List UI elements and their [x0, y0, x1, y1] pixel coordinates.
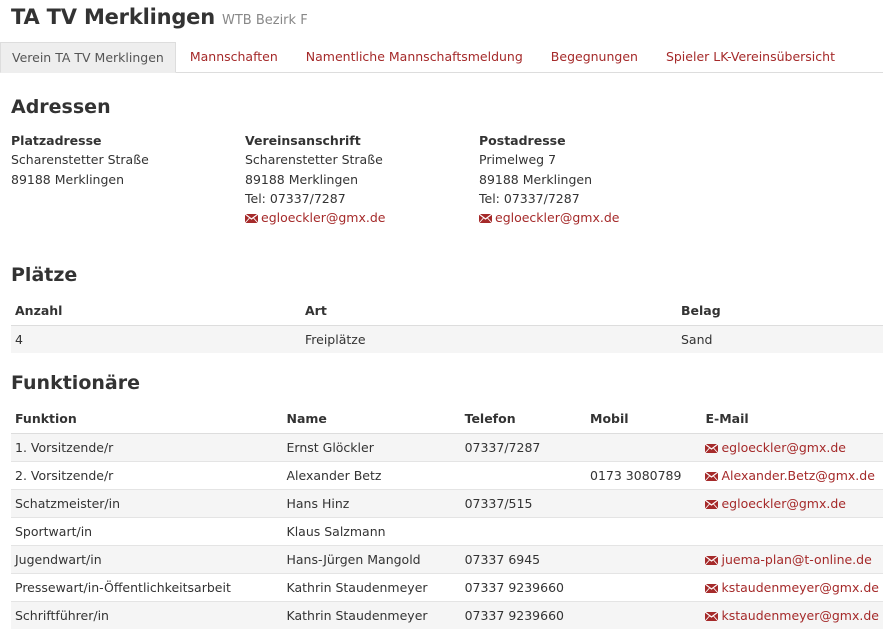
tab-mannschaftsmeldung[interactable]: Namentliche Mannschaftsmeldung: [292, 42, 537, 73]
mobil-cell: [586, 544, 702, 573]
mobil-cell: [586, 488, 702, 517]
column-header: Name: [282, 405, 461, 434]
platz-city: 89188 Merklingen: [11, 171, 125, 187]
email-cell: egloeckler@gmx.de: [701, 488, 883, 517]
table-row: Sportwart/in Klaus Salzmann: [11, 516, 883, 545]
table-row: Jugendwart/in Hans-Jürgen Mangold 07337 69…: [11, 544, 883, 573]
tab-lk-uebersicht[interactable]: Spieler LK-Vereinsübersicht: [652, 42, 849, 73]
funktion-cell: 2. Vorsitzende/r: [11, 460, 283, 489]
post-street: Primelweg 7: [479, 152, 557, 168]
plaetze-table: Anzahl Art Belag 4 Freiplätze Sand: [11, 297, 883, 353]
envelope-icon: [705, 611, 719, 621]
envelope-icon: [705, 499, 719, 509]
table-row: Pressewart/in-Öffentlichkeitsarbeit Kathr…: [11, 572, 883, 601]
post-city: 89188 Merklingen: [479, 171, 593, 187]
email-cell: kstaudenmeyer@gmx.de: [701, 572, 883, 601]
telefon-cell: [460, 516, 586, 545]
tab-bar: Verein TA TV Merklingen Mannschaften Nam…: [0, 42, 883, 73]
email-cell: juema-plan@t-online.de: [701, 544, 883, 573]
email-link[interactable]: Alexander.Betz@gmx.de: [721, 468, 874, 483]
verein-tel: Tel: 07337/7287: [245, 190, 346, 206]
verein-street: Scharenstetter Straße: [245, 152, 383, 168]
mobil-cell: [586, 516, 702, 545]
email-link[interactable]: egloeckler@gmx.de: [721, 440, 845, 455]
envelope-icon: [705, 555, 719, 565]
telefon-cell: 07337 9239660: [460, 572, 586, 601]
table-row: Schatzmeister/in Hans Hinz 07337/515 egloec…: [11, 488, 883, 517]
verein-email-link[interactable]: egloeckler@gmx.de: [261, 210, 385, 225]
name-cell: Hans Hinz: [282, 488, 461, 517]
telefon-cell: 07337/515: [460, 488, 586, 517]
telefon-cell: 07337 6945: [460, 544, 586, 573]
funktion-cell: 1. Vorsitzende/r: [11, 432, 283, 461]
tab-begegnungen[interactable]: Begegnungen: [537, 42, 652, 73]
mobil-cell: [586, 432, 702, 461]
column-header: E-Mail: [701, 405, 883, 434]
email-cell: [701, 516, 883, 545]
mobil-cell: 0173 3080789: [586, 460, 702, 489]
table-row: 1. Vorsitzende/r Ernst Glöckler 07337/7287…: [11, 432, 883, 461]
funktionaere-table: Funktion Name Telefon Mobil E-Mail 1. Vo…: [11, 405, 883, 629]
funktion-cell: Sportwart/in: [11, 516, 283, 545]
verein-address-label: Vereinsanschrift: [245, 133, 361, 148]
envelope-icon: [705, 583, 719, 593]
table-row: 2. Vorsitzende/r Alexander Betz 0173 30807…: [11, 460, 883, 489]
email-link[interactable]: kstaudenmeyer@gmx.de: [721, 608, 878, 623]
post-tel: Tel: 07337/7287: [479, 190, 580, 206]
column-header: Anzahl: [11, 297, 301, 326]
platz-address-label: Platzadresse: [11, 133, 102, 148]
table-cell: Sand: [677, 324, 883, 353]
column-header: Mobil: [586, 405, 702, 434]
email-link[interactable]: kstaudenmeyer@gmx.de: [721, 580, 878, 595]
column-header: Belag: [677, 297, 883, 326]
name-cell: Kathrin Staudenmeyer: [282, 572, 461, 601]
table-row: 4 Freiplätze Sand: [11, 324, 883, 353]
verein-address: Vereinsanschrift Scharenstetter Straße 8…: [245, 131, 475, 227]
table-cell: 4: [11, 324, 301, 353]
plaetze-heading: Plätze: [11, 264, 78, 286]
email-link[interactable]: juema-plan@t-online.de: [721, 552, 871, 567]
funktionaere-heading: Funktionäre: [11, 372, 140, 394]
email-link[interactable]: egloeckler@gmx.de: [721, 496, 845, 511]
email-cell: kstaudenmeyer@gmx.de: [701, 600, 883, 629]
mobil-cell: [586, 572, 702, 601]
addresses-heading: Adressen: [11, 96, 111, 118]
name-cell: Ernst Glöckler: [282, 432, 461, 461]
name-cell: Hans-Jürgen Mangold: [282, 544, 461, 573]
post-email-link[interactable]: egloeckler@gmx.de: [495, 210, 619, 225]
tab-verein[interactable]: Verein TA TV Merklingen: [0, 42, 176, 73]
tab-mannschaften[interactable]: Mannschaften: [176, 42, 292, 73]
envelope-icon: [705, 443, 719, 453]
email-cell: Alexander.Betz@gmx.de: [701, 460, 883, 489]
name-cell: Klaus Salzmann: [282, 516, 461, 545]
telefon-cell: [460, 460, 586, 489]
club-district: WTB Bezirk F: [221, 13, 308, 28]
club-title: TA TV Merklingen: [11, 5, 215, 29]
mobil-cell: [586, 600, 702, 629]
funktion-cell: Jugendwart/in: [11, 544, 283, 573]
email-cell: egloeckler@gmx.de: [701, 432, 883, 461]
telefon-cell: 07337 9239660: [460, 600, 586, 629]
funktion-cell: Schatzmeister/in: [11, 488, 283, 517]
page-header: TA TV Merklingen WTB Bezirk F: [11, 5, 308, 35]
name-cell: Kathrin Staudenmeyer: [282, 600, 461, 629]
envelope-icon: [705, 471, 719, 481]
funktion-cell: Pressewart/in-Öffentlichkeitsarbeit: [11, 572, 283, 601]
post-address-label: Postadresse: [479, 133, 566, 148]
table-row: Schriftführer/in Kathrin Staudenmeyer 0733…: [11, 600, 883, 629]
verein-city: 89188 Merklingen: [245, 171, 359, 187]
column-header: Art: [301, 297, 677, 326]
platz-street: Scharenstetter Straße: [11, 152, 149, 168]
telefon-cell: 07337/7287: [460, 432, 586, 461]
table-cell: Freiplätze: [301, 324, 677, 353]
column-header: Funktion: [11, 405, 283, 434]
funktion-cell: Schriftführer/in: [11, 600, 283, 629]
post-address: Postadresse Primelweg 7 89188 Merklingen…: [479, 131, 709, 227]
name-cell: Alexander Betz: [282, 460, 461, 489]
platz-address: Platzadresse Scharenstetter Straße 89188…: [11, 131, 241, 189]
envelope-icon: [245, 214, 258, 224]
column-header: Telefon: [460, 405, 586, 434]
envelope-icon: [479, 214, 492, 224]
